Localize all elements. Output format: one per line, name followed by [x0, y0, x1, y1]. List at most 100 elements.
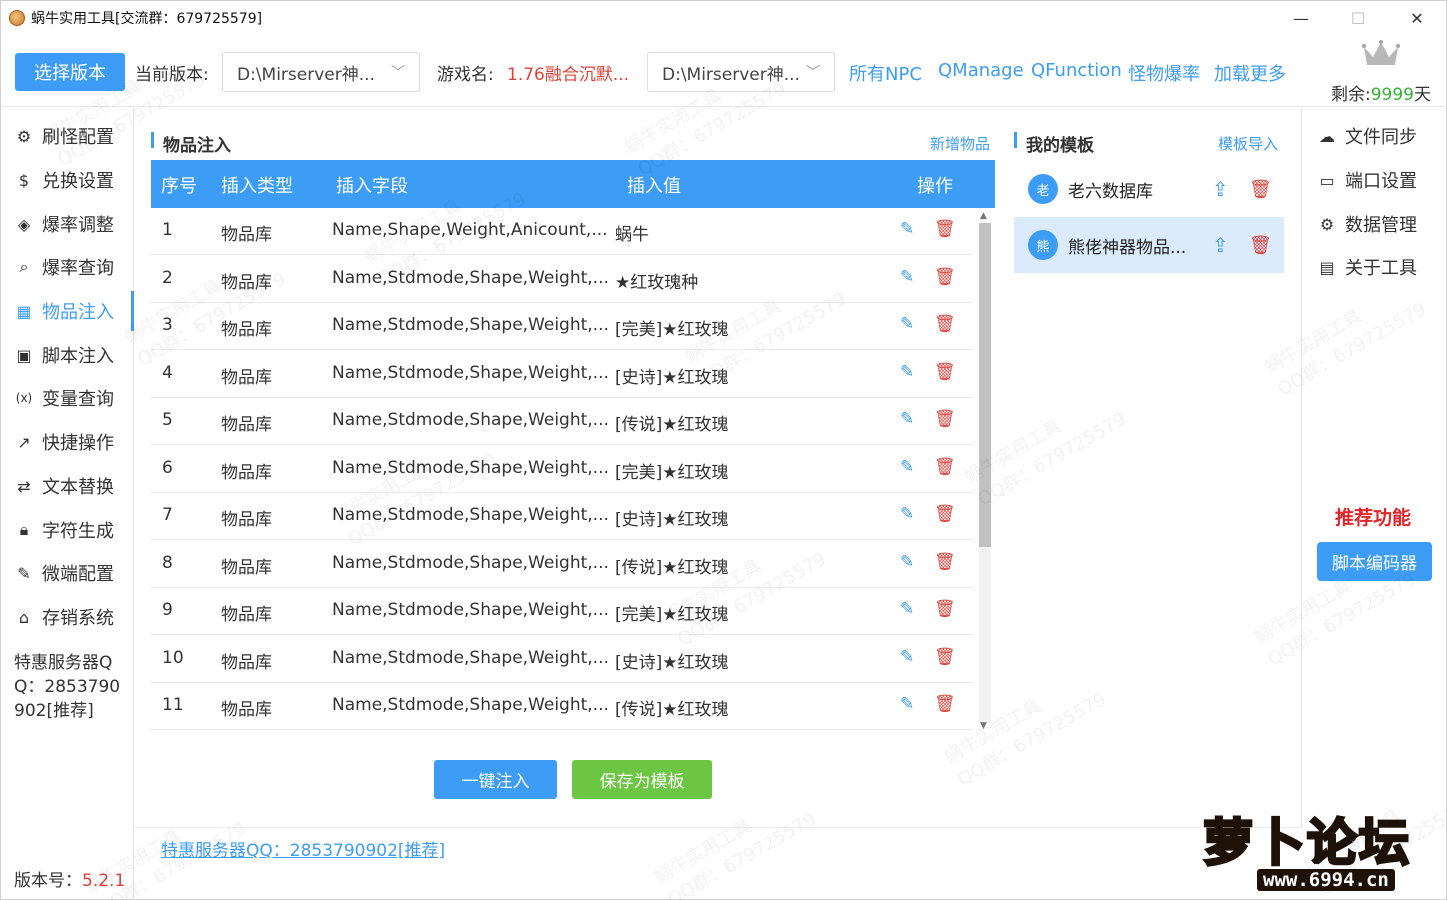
edit-icon[interactable]: ✎ [900, 314, 914, 334]
edit-icon[interactable]: ✎ [900, 552, 914, 572]
template-item[interactable]: 老 老六数据库 ⇪ 🗑︎ [1014, 161, 1284, 217]
trash-icon[interactable]: 🗑︎ [1249, 179, 1272, 200]
sidebar-item-quick-action[interactable]: ↗ 快捷操作 [1, 422, 134, 462]
sidebar-promo-text: 特惠服务器QQ：2853790902[推荐] [14, 653, 121, 721]
sidebar-item-text-replace[interactable]: ⇄ 文本替换 [1, 466, 134, 506]
table-row[interactable]: 2 物品库 Name,Stdmode,Shape,Weight,... ★红玫瑰种 ✎ 🗑… [151, 256, 973, 303]
share-icon[interactable]: ⇪ [1212, 233, 1229, 257]
sidebar-item-label: 字符生成 [42, 521, 114, 542]
sidebar-item-label: 兑换设置 [42, 171, 114, 192]
table-row[interactable]: 10 物品库 Name,Stdmode,Shape,Weight,... [史诗]★红… [151, 636, 973, 683]
sidebar-item-label: 爆率调整 [42, 215, 114, 236]
table-row[interactable]: 11 物品库 Name,Stdmode,Shape,Weight,... [传说]★红… [151, 683, 973, 730]
row-value: [传说]★红玫瑰 [615, 700, 729, 720]
select-version-button[interactable]: 选择版本 [15, 53, 125, 91]
inject-all-button[interactable]: 一键注入 [434, 760, 557, 799]
qmanage-link[interactable]: QManage [938, 60, 1024, 81]
divider [1301, 108, 1302, 828]
edit-icon[interactable]: ✎ [900, 219, 914, 239]
sidebar-item-char-gen[interactable]: 🔒︎ 字符生成 [1, 510, 134, 550]
qfunction-link[interactable]: QFunction [1031, 60, 1122, 81]
trash-icon[interactable]: 🗑︎ [934, 362, 956, 382]
scroll-thumb[interactable] [979, 223, 991, 547]
import-template-link[interactable]: 模板导入 [1218, 133, 1278, 154]
edit-icon[interactable]: ✎ [900, 694, 914, 714]
edit-icon[interactable]: ✎ [900, 267, 914, 287]
logo-brand: 萝卜论坛 [1202, 813, 1411, 874]
table-row[interactable]: 4 物品库 Name,Stdmode,Shape,Weight,... [史诗]★红玫… [151, 351, 973, 398]
table-scrollbar[interactable]: ▲ ▼ [975, 209, 995, 735]
about-tool-item[interactable]: ▤ 关于工具 [1317, 252, 1437, 282]
edit-icon[interactable]: ✎ [900, 457, 914, 477]
sidebar-item-monster-config[interactable]: ⚙ 刷怪配置 [1, 116, 134, 156]
edit-icon[interactable]: ✎ [900, 504, 914, 524]
file-sync-item[interactable]: ☁ 文件同步 [1317, 121, 1437, 151]
lock-icon: 🔒︎ [19, 520, 29, 539]
trash-icon[interactable]: 🗑︎ [934, 457, 956, 477]
table-row[interactable]: 7 物品库 Name,Stdmode,Shape,Weight,... [史诗]★红玫… [151, 493, 973, 540]
row-type: 物品库 [221, 272, 272, 293]
row-number: 10 [162, 647, 184, 668]
trash-icon[interactable]: 🗑︎ [934, 552, 956, 572]
close-button[interactable]: ✕ [1389, 1, 1445, 35]
row-field: Name,Stdmode,Shape,Weight,... [332, 647, 609, 668]
sidebar-item-label: 微端配置 [42, 564, 114, 585]
template-item[interactable]: 熊 熊佬神器物品... ⇪ 🗑︎ [1014, 217, 1284, 273]
promo-link[interactable]: 特惠服务器QQ：2853790902[推荐] [161, 836, 445, 861]
data-manage-item[interactable]: ⚙ 数据管理 [1317, 209, 1437, 239]
sidebar-item-exchange[interactable]: $ 兑换设置 [1, 160, 134, 200]
trash-icon[interactable]: 🗑︎ [934, 647, 956, 667]
table-row[interactable]: 1 物品库 Name,Shape,Weight,Anicount,... 蜗牛 ✎ 🗑︎ [151, 208, 973, 255]
minimize-button[interactable]: — [1273, 1, 1329, 35]
add-item-link[interactable]: 新增物品 [930, 133, 990, 154]
table-row[interactable]: 3 物品库 Name,Stdmode,Shape,Weight,... [完美]★红玫… [151, 303, 973, 350]
table-row[interactable]: 8 物品库 Name,Stdmode,Shape,Weight,... [传说]★红玫… [151, 541, 973, 588]
trash-icon[interactable]: 🗑︎ [934, 267, 956, 287]
maximize-button[interactable]: ☐ [1330, 1, 1386, 35]
edit-icon[interactable]: ✎ [900, 599, 914, 619]
edit-icon[interactable]: ✎ [900, 409, 914, 429]
sidebar-item-drop-adjust[interactable]: ◈ 爆率调整 [1, 204, 134, 244]
share-icon[interactable]: ⇪ [1212, 177, 1229, 201]
trash-icon[interactable]: 🗑︎ [934, 409, 956, 429]
sidebar-item-script-inject[interactable]: ▣ 脚本注入 [1, 335, 134, 375]
save-template-button[interactable]: 保存为模板 [572, 760, 712, 799]
cube-icon: ◈ [17, 214, 31, 234]
remaining-days: 剩余:9999天 [1331, 80, 1431, 105]
table-row[interactable]: 6 物品库 Name,Stdmode,Shape,Weight,... [完美]★红玫… [151, 446, 973, 493]
scroll-down-arrow-icon[interactable]: ▼ [980, 721, 987, 731]
trash-icon[interactable]: 🗑︎ [934, 219, 956, 239]
templates-section-title: 我的模板 [1026, 136, 1094, 156]
path-select[interactable]: D:\Mirserver神... ﹀ [647, 52, 835, 92]
table-row[interactable]: 5 物品库 Name,Stdmode,Shape,Weight,... [传说]★红玫… [151, 398, 973, 445]
trash-icon[interactable]: 🗑︎ [934, 694, 956, 714]
section-accent-bar [151, 132, 154, 148]
trash-icon[interactable]: 🗑︎ [934, 504, 956, 524]
row-number: 4 [162, 362, 173, 383]
script-encoder-button[interactable]: 脚本编码器 [1317, 542, 1432, 581]
version-value: 5.2.1 [82, 871, 126, 891]
trash-icon[interactable]: 🗑︎ [1249, 235, 1272, 256]
trash-icon[interactable]: 🗑︎ [934, 314, 956, 334]
trash-icon[interactable]: 🗑︎ [934, 599, 956, 619]
load-more-link[interactable]: 加载更多 [1214, 60, 1286, 86]
current-version-label: 当前版本: [135, 65, 209, 85]
scroll-up-arrow-icon[interactable]: ▲ [980, 211, 987, 221]
search-icon: ⌕ [19, 257, 29, 276]
monster-drop-link[interactable]: 怪物爆率 [1128, 60, 1200, 86]
sidebar-item-drop-query[interactable]: ⌕ 爆率查询 [1, 247, 134, 287]
sidebar-item-store-system[interactable]: ⌂ 存销系统 [1, 597, 134, 637]
row-field: Name,Stdmode,Shape,Weight,... [332, 695, 609, 715]
right-menu-label: 关于工具 [1345, 258, 1417, 279]
sidebar-item-variable-query[interactable]: (x) 变量查询 [1, 378, 134, 418]
sidebar-item-item-inject[interactable]: ▦ 物品注入 [1, 291, 134, 331]
variable-icon: (x) [15, 391, 33, 405]
sidebar-item-micro-client[interactable]: ✎ 微端配置 [1, 553, 134, 593]
current-version-select[interactable]: D:\Mirserver神... ﹀ [222, 52, 420, 92]
forum-logo: 萝卜论坛 www.6994.cn [1197, 799, 1437, 897]
edit-icon[interactable]: ✎ [900, 647, 914, 667]
table-row[interactable]: 9 物品库 Name,Stdmode,Shape,Weight,... [完美]★红玫… [151, 588, 973, 635]
edit-icon[interactable]: ✎ [900, 362, 914, 382]
all-npc-link[interactable]: 所有NPC [849, 60, 922, 86]
port-settings-item[interactable]: ▭ 端口设置 [1317, 165, 1437, 195]
